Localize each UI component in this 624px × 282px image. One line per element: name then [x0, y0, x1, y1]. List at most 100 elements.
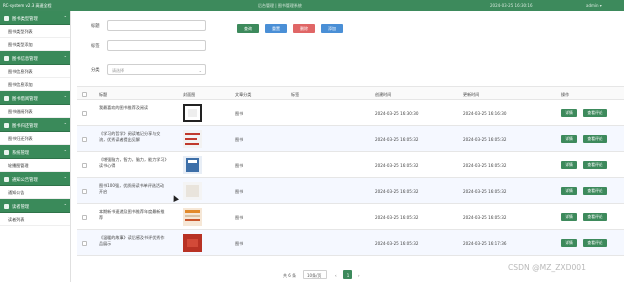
query-button[interactable]: 查询 [237, 24, 259, 33]
prev-page-icon[interactable]: ‹ [335, 273, 337, 278]
row-updated: 2024-03-25 16:05:32 [463, 136, 507, 142]
sidebar-item[interactable]: 图书借阅列表 [0, 105, 70, 118]
row-checkbox[interactable] [82, 188, 87, 194]
sidebar-item-label: 通知公告 [8, 190, 25, 196]
cover-thumbnail [183, 156, 202, 174]
table-row[interactable]: 我最喜欢的图书推荐及阅读 图书 2024-03-25 16:30:30 2024-03… [77, 100, 624, 126]
row-category: 图书 [235, 110, 244, 116]
sidebar-item-label: 图书信息添加 [8, 82, 33, 88]
row-category: 图书 [235, 214, 244, 220]
menu-icon [4, 95, 9, 101]
row-checkbox[interactable] [82, 136, 87, 142]
view-comments-button[interactable]: 查看评论 [583, 161, 607, 169]
view-comments-button[interactable]: 查看评论 [583, 135, 607, 143]
tags-input[interactable] [107, 40, 206, 51]
sidebar-item-label: 图书类型列表 [8, 29, 33, 35]
row-updated: 2024-03-25 16:05:32 [463, 214, 507, 220]
watermark: CSDN @MZ_ZXD001 [508, 263, 586, 272]
user-menu[interactable]: admin ▾ [586, 3, 602, 8]
row-title: 《温暖的故事》读后感及书评优秀作品展示 [99, 235, 165, 246]
view-comments-button[interactable]: 查看评论 [583, 187, 607, 195]
row-checkbox[interactable] [82, 110, 87, 116]
chevron-up-icon: ⌃ [63, 95, 67, 100]
sidebar-item[interactable]: 图书信息添加 [0, 78, 70, 91]
header-category: 文章分类 [235, 91, 252, 97]
delete-button[interactable]: 删除 [293, 24, 315, 33]
sidebar-item[interactable]: 轮播图管理 [0, 159, 70, 172]
category-select[interactable]: 请选择 ⌄ [107, 64, 206, 75]
current-time: 2024-03-25 16:30:16 [490, 2, 533, 8]
sidebar-group-label: 图书归还管理 [12, 123, 38, 129]
chevron-up-icon: ⌃ [63, 203, 67, 208]
table-row[interactable]: 图书100强，优质阅读书单评选活动开启 图书 2024-03-25 16:05:32… [77, 178, 624, 204]
title-input[interactable] [107, 20, 206, 31]
row-created: 2024-03-25 16:05:32 [375, 136, 419, 142]
view-comments-button[interactable]: 查看评论 [583, 213, 607, 221]
row-created: 2024-03-25 16:05:32 [375, 214, 419, 220]
sidebar-group-3[interactable]: 图书归还管理 ⌃ [0, 118, 70, 132]
table-row[interactable]: 本期新书速递及图书推荐年度最新推荐 图书 2024-03-25 16:05:32 20… [77, 204, 624, 230]
sidebar-group-6[interactable]: 读者管理 ⌃ [0, 199, 70, 213]
reset-button[interactable]: 重置 [265, 24, 287, 33]
sidebar-item-label: 读者列表 [8, 217, 25, 223]
sidebar-item[interactable]: 图书归还列表 [0, 132, 70, 145]
sidebar-item[interactable]: 通知公告 [0, 186, 70, 199]
sidebar-group-1[interactable]: 图书信息管理 ⌃ [0, 51, 70, 65]
detail-button[interactable]: 详情 [561, 239, 577, 247]
row-created: 2024-03-25 16:05:32 [375, 188, 419, 194]
row-title: 《增强脑力，智力，脑力，能力学习》读书心得 [99, 157, 167, 168]
data-table: 标题 封面图 文章分类 标签 创建时间 更新时间 操作 我最喜欢的图书推荐及阅读… [77, 86, 624, 256]
app-title: RC-system v2.3 高速全程 [3, 2, 52, 8]
view-comments-button[interactable]: 查看评论 [583, 109, 607, 117]
row-created: 2024-03-25 16:05:32 [375, 162, 419, 168]
sidebar-group-2[interactable]: 图书借阅管理 ⌃ [0, 91, 70, 105]
table-row[interactable]: 《学习的哲学》阅读笔记分享与交流，优秀读者提出见解 图书 2024-03-25 16… [77, 126, 624, 152]
sidebar-item[interactable]: 图书信息列表 [0, 65, 70, 78]
detail-button[interactable]: 详情 [561, 187, 577, 195]
tags-label: 标签 [91, 44, 100, 49]
chevron-up-icon: ⌃ [63, 122, 67, 127]
row-checkbox[interactable] [82, 162, 87, 168]
menu-icon [4, 149, 9, 155]
menu-icon [4, 122, 9, 128]
chevron-up-icon: ⌃ [63, 55, 67, 60]
select-all-checkbox[interactable] [82, 91, 87, 97]
header-updated: 更新时间 [463, 91, 480, 97]
header-cover: 封面图 [183, 91, 196, 97]
sidebar-group-4[interactable]: 系统管理 ⌃ [0, 145, 70, 159]
sidebar-item-label: 图书归还列表 [8, 136, 33, 142]
sidebar: 图书类型管理 ⌃ 图书类型列表 图书类型添加 图书信息管理 ⌃ 图书信息列表 图书信息添加 图书… [0, 11, 71, 282]
cover-thumbnail [183, 234, 202, 252]
sidebar-group-0[interactable]: 图书类型管理 ⌃ [0, 11, 70, 25]
sidebar-group-5[interactable]: 通知公告管理 ⌃ [0, 172, 70, 186]
table-row[interactable]: 《增强脑力，智力，脑力，能力学习》读书心得 图书 2024-03-25 16:05:… [77, 152, 624, 178]
next-page-icon[interactable]: › [358, 273, 360, 278]
table-header: 标题 封面图 文章分类 标签 创建时间 更新时间 操作 [77, 86, 624, 100]
sidebar-group-label: 图书信息管理 [12, 56, 38, 62]
sidebar-item[interactable]: 图书类型添加 [0, 38, 70, 51]
page-number-label: 1 [346, 272, 350, 278]
detail-button[interactable]: 详情 [561, 109, 577, 117]
menu-icon [4, 15, 9, 21]
add-button[interactable]: 添加 [321, 24, 343, 33]
header-tags: 标签 [291, 91, 300, 97]
sidebar-item[interactable]: 图书类型列表 [0, 25, 70, 38]
row-title: 图书100强，优质阅读书单评选活动开启 [99, 183, 165, 194]
detail-button[interactable]: 详情 [561, 135, 577, 143]
chevron-up-icon: ⌃ [63, 149, 67, 154]
row-title: 本期新书速递及图书推荐年度最新推荐 [99, 209, 165, 220]
detail-button[interactable]: 详情 [561, 161, 577, 169]
top-bar: RC-system v2.3 高速全程 后台管理 | 图书管理系统 2024-0… [0, 0, 624, 11]
row-checkbox[interactable] [82, 214, 87, 220]
page-size-select[interactable]: 10条/页 [303, 270, 327, 279]
sidebar-item-label: 图书借阅列表 [8, 109, 33, 115]
sidebar-item[interactable]: 读者列表 [0, 213, 70, 226]
header-actions: 操作 [561, 91, 570, 97]
row-category: 图书 [235, 240, 244, 246]
detail-button[interactable]: 详情 [561, 213, 577, 221]
table-row[interactable]: 《温暖的故事》读后感及书评优秀作品展示 图书 2024-03-25 16:05:32… [77, 230, 624, 256]
sidebar-item-label: 轮播图管理 [8, 163, 29, 169]
row-checkbox[interactable] [82, 240, 87, 246]
page-number[interactable]: 1 [343, 270, 352, 279]
view-comments-button[interactable]: 查看评论 [583, 239, 607, 247]
